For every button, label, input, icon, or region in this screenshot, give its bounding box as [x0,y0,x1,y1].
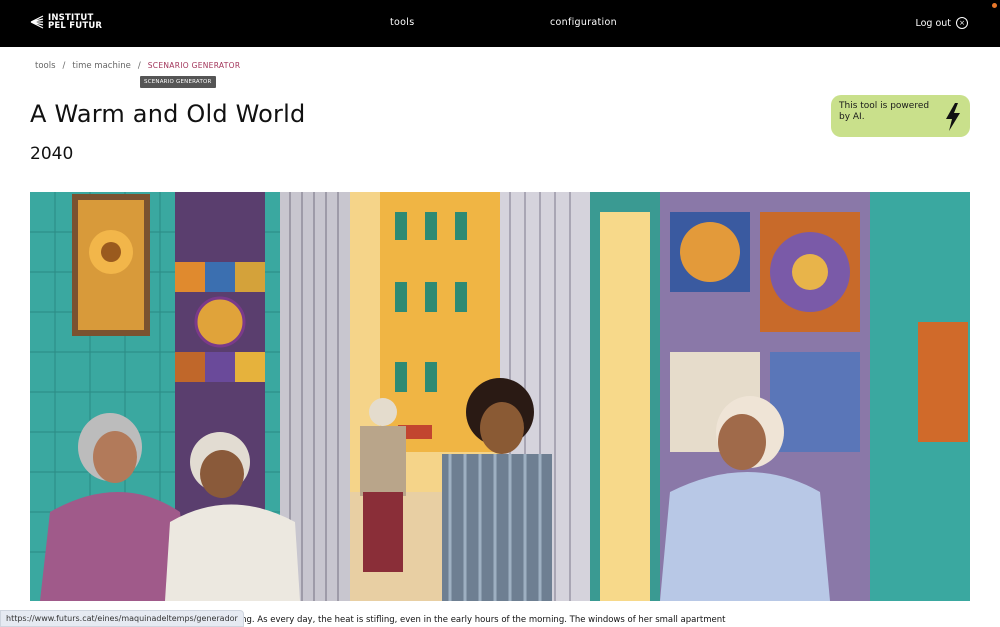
breadcrumb-separator: / [62,61,66,71]
nav-configuration-link[interactable]: configuration [550,17,617,28]
breadcrumb-separator: / [137,61,141,71]
lightning-bolt-icon [946,103,960,131]
breadcrumb-current: SCENARIO GENERATOR [147,61,241,70]
breadcrumb: tools / time machine / SCENARIO GENERATO… [35,61,240,71]
logo[interactable]: INSTITUT PEL FUTUR [30,14,102,30]
ai-badge-text: This tool is powered by AI. [839,101,930,122]
page-title: A Warm and Old World [30,100,306,128]
notification-dot [992,3,997,8]
logo-line-2: PEL FUTUR [48,21,103,31]
logo-text: INSTITUT PEL FUTUR [48,14,103,31]
story-excerpt: rning. As every day, the heat is stiflin… [230,615,726,625]
ai-powered-badge: This tool is powered by AI. [831,95,970,137]
tooltip: SCENARIO GENERATOR [140,76,216,88]
illustration-street-scene [30,192,970,601]
breadcrumb-tools[interactable]: tools [35,61,56,71]
scenario-illustration [30,192,970,601]
close-circle-icon: × [956,17,968,29]
logout-button[interactable]: Log out × [915,17,968,29]
breadcrumb-time-machine[interactable]: time machine [72,61,130,71]
nav-tools-link[interactable]: tools [390,17,414,28]
page-year: 2040 [30,144,74,164]
top-navigation-bar: INSTITUT PEL FUTUR tools configuration L… [0,0,1000,47]
logo-icon [30,15,44,29]
link-status-bar: https://www.futurs.cat/eines/maquinadelt… [0,610,244,627]
logout-label: Log out [915,17,951,29]
